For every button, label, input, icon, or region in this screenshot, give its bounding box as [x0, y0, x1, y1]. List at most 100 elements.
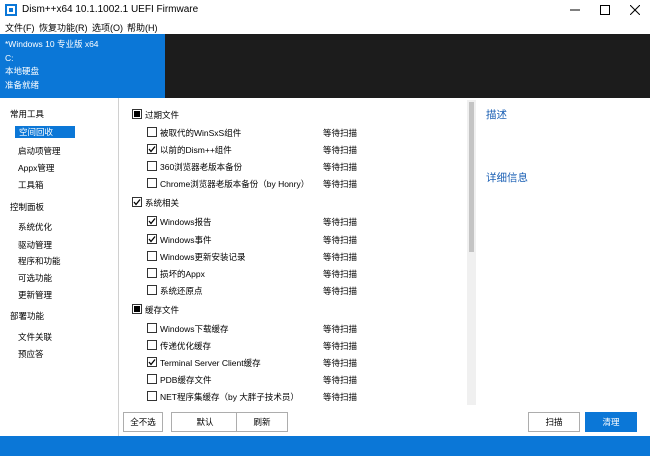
item-checkbox[interactable]	[147, 268, 157, 278]
scan-button[interactable]: 扫描	[528, 412, 580, 432]
sidebar-category-deployment: 部署功能	[10, 311, 45, 321]
sidebar-item-optional-features[interactable]: 可选功能	[18, 272, 52, 284]
checkmark-icon	[148, 359, 156, 366]
close-button[interactable]	[620, 0, 650, 20]
group-expired-files: 过期文件	[120, 107, 475, 122]
item-status: 等待扫描	[323, 252, 358, 262]
checkmark-icon	[148, 218, 156, 225]
item-label: 传递优化缓存	[160, 341, 212, 351]
clean-button[interactable]: 清理	[585, 412, 637, 432]
sidebar-item-programs-features[interactable]: 程序和功能	[18, 255, 61, 267]
group-label: 系统相关	[145, 198, 180, 208]
group-checkbox[interactable]	[132, 304, 142, 314]
menu-recovery[interactable]: 恢复功能(R)	[39, 21, 88, 34]
app-icon	[5, 4, 17, 16]
item-label: Terminal Server Client缓存	[160, 358, 261, 368]
checkmark-icon	[148, 146, 156, 153]
sidebar-item-appx-manager[interactable]: Appx管理	[18, 162, 54, 174]
default-button[interactable]: 默认	[171, 412, 239, 432]
console-area	[165, 34, 650, 98]
sidebar-item-space-recovery[interactable]: 空间回收	[15, 126, 75, 138]
item-status: 等待扫描	[323, 358, 358, 368]
item-checkbox[interactable]	[147, 234, 157, 244]
refresh-button[interactable]: 刷新	[236, 412, 288, 432]
disk-type: 本地硬盘	[5, 66, 40, 76]
scrollbar-thumb[interactable]	[469, 102, 474, 252]
item-status: 等待扫描	[323, 269, 358, 279]
list-item: Windows事件 等待扫描	[120, 232, 475, 247]
details-panel: 描述 详细信息	[480, 98, 650, 407]
menu-options[interactable]: 选项(O)	[92, 21, 123, 34]
sidebar-item-update-manager[interactable]: 更新管理	[18, 289, 52, 301]
list-item: Terminal Server Client缓存 等待扫描	[120, 355, 475, 370]
item-status: 等待扫描	[323, 341, 358, 351]
maximize-button[interactable]	[590, 0, 620, 20]
group-checkbox[interactable]	[132, 109, 142, 119]
item-status: 等待扫描	[323, 235, 358, 245]
group-label: 缓存文件	[145, 305, 180, 315]
sidebar-item-toolbox[interactable]: 工具箱	[18, 179, 44, 191]
item-status: 等待扫描	[323, 392, 358, 402]
item-status: 等待扫描	[323, 217, 358, 227]
group-label: 过期文件	[145, 110, 180, 120]
system-name: *Windows 10 专业版 x64	[5, 39, 99, 49]
sidebar-category-control-panel: 控制面板	[10, 202, 45, 212]
sidebar-item-driver-manager[interactable]: 驱动管理	[18, 239, 52, 251]
item-status: 等待扫描	[323, 128, 358, 138]
item-checkbox[interactable]	[147, 161, 157, 171]
minimize-button[interactable]	[560, 0, 590, 20]
sidebar-item-pre-answer[interactable]: 预应答	[18, 348, 44, 360]
group-checkbox[interactable]	[132, 197, 142, 207]
details-title: 详细信息	[486, 172, 528, 184]
item-status: 等待扫描	[323, 145, 358, 155]
description-title: 描述	[486, 109, 507, 121]
item-label: Chrome浏览器老版本备份（by Honry）	[160, 179, 310, 189]
title-bar: Dism++x64 10.1.1002.1 UEFI Firmware	[0, 0, 650, 20]
item-checkbox[interactable]	[147, 216, 157, 226]
item-status: 等待扫描	[323, 286, 358, 296]
checkmark-icon	[133, 199, 141, 206]
list-scrollbar[interactable]	[467, 100, 476, 405]
item-label: Windows报告	[160, 217, 212, 227]
item-label: Windows事件	[160, 235, 212, 245]
item-label: 损坏的Appx	[160, 269, 205, 279]
item-label: 系统还原点	[160, 286, 203, 296]
menu-bar: 文件(F) 恢复功能(R) 选项(O) 帮助(H)	[0, 20, 650, 34]
item-checkbox[interactable]	[147, 357, 157, 367]
item-status: 等待扫描	[323, 162, 358, 172]
item-label: 被取代的WinSxS组件	[160, 128, 242, 138]
sidebar-item-file-association[interactable]: 文件关联	[18, 331, 52, 343]
item-label: Windows下载缓存	[160, 324, 229, 334]
item-checkbox[interactable]	[147, 285, 157, 295]
sidebar-item-startup-manager[interactable]: 启动项管理	[18, 145, 61, 157]
menu-help[interactable]: 帮助(H)	[127, 21, 158, 34]
sidebar-item-system-optimize[interactable]: 系统优化	[18, 221, 52, 233]
item-status: 等待扫描	[323, 375, 358, 385]
sidebar-category-common-tools: 常用工具	[10, 109, 45, 119]
item-status: 等待扫描	[323, 179, 358, 189]
deselect-all-button[interactable]: 全不选	[123, 412, 163, 432]
item-checkbox[interactable]	[147, 178, 157, 188]
item-checkbox[interactable]	[147, 144, 157, 154]
list-item: Windows报告 等待扫描	[120, 214, 475, 229]
list-item: Windows更新安装记录 等待扫描	[120, 249, 475, 264]
item-checkbox[interactable]	[147, 127, 157, 137]
list-item: 系统还原点 等待扫描	[120, 283, 475, 298]
session-info-panel[interactable]: *Windows 10 专业版 x64 C: 本地硬盘 准备就绪	[0, 34, 165, 98]
menu-file[interactable]: 文件(F)	[5, 21, 35, 34]
item-label: 以前的Dism++组件	[160, 145, 232, 155]
item-checkbox[interactable]	[147, 251, 157, 261]
session-status: 准备就绪	[5, 79, 40, 90]
item-checkbox[interactable]	[147, 323, 157, 333]
close-icon	[630, 5, 640, 15]
cleanup-list: 过期文件 被取代的WinSxS组件 等待扫描 以前的Dism++组件 等待扫描 …	[120, 98, 480, 407]
item-checkbox[interactable]	[147, 374, 157, 384]
item-checkbox[interactable]	[147, 340, 157, 350]
sidebar: 常用工具 空间回收 启动项管理 Appx管理 工具箱 控制面板 系统优化 驱动管…	[0, 98, 119, 436]
group-system-related: 系统相关	[120, 195, 475, 210]
minimize-icon	[570, 9, 580, 11]
item-status: 等待扫描	[323, 324, 358, 334]
item-checkbox[interactable]	[147, 391, 157, 401]
list-item: NET程序集缓存（by 大胖子技术员） 等待扫描	[120, 389, 475, 404]
list-item: 被取代的WinSxS组件 等待扫描	[120, 125, 475, 140]
